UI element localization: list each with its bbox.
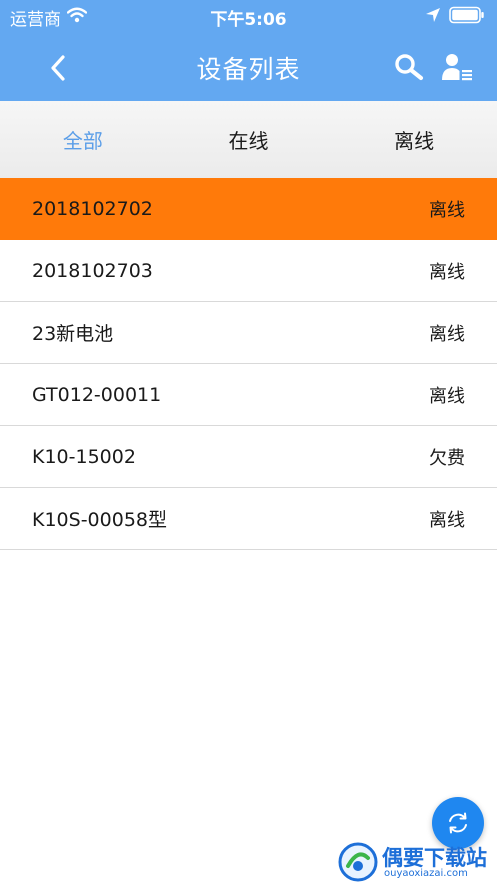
watermark-logo-icon: [338, 842, 378, 882]
tab-online[interactable]: 在线: [166, 101, 332, 178]
device-status: 离线: [429, 509, 465, 531]
device-row[interactable]: 2018102703 离线: [0, 240, 497, 302]
device-row[interactable]: 23新电池 离线: [0, 302, 497, 364]
status-bar: 运营商 下午5:06: [0, 0, 497, 34]
device-name: GT012-00011: [32, 383, 162, 406]
device-name: K10S-00058型: [32, 509, 167, 531]
status-time: 下午5:06: [210, 9, 287, 30]
device-name: 2018102703: [32, 259, 153, 282]
filter-tabs: 全部 在线 离线: [0, 101, 497, 178]
device-status: 离线: [429, 385, 465, 407]
device-status: 离线: [429, 323, 465, 345]
device-status: 离线: [429, 199, 465, 221]
watermark: 偶要下载站 ouyaoxiazai.com: [334, 838, 497, 883]
refresh-icon: [449, 812, 467, 834]
device-row[interactable]: GT012-00011 离线: [0, 364, 497, 426]
device-name: 2018102702: [32, 197, 153, 220]
device-row[interactable]: K10-15002 欠费: [0, 426, 497, 488]
user-list-icon: [442, 54, 472, 81]
battery-icon: [449, 6, 485, 28]
status-right: [425, 5, 485, 29]
watermark-subtitle: ouyaoxiazai.com: [384, 868, 468, 879]
nav-bar: 设备列表: [0, 34, 497, 101]
app-header: 运营商 下午5:06 设备列表: [0, 0, 497, 101]
search-icon: [395, 54, 424, 81]
device-name: K10-15002: [32, 445, 136, 468]
device-row[interactable]: K10S-00058型 离线: [0, 488, 497, 550]
tab-all[interactable]: 全部: [0, 101, 166, 178]
device-list: 2018102702 离线 2018102703 离线 23新电池 离线 GT0…: [0, 178, 497, 550]
tab-offline[interactable]: 离线: [331, 101, 497, 178]
location-arrow-icon: [425, 7, 441, 27]
device-name: 23新电池: [32, 323, 114, 345]
user-list-button[interactable]: [438, 49, 476, 85]
device-status: 欠费: [429, 447, 465, 469]
device-status: 离线: [429, 261, 465, 283]
search-button[interactable]: [390, 50, 428, 84]
device-row[interactable]: 2018102702 离线: [0, 178, 497, 240]
